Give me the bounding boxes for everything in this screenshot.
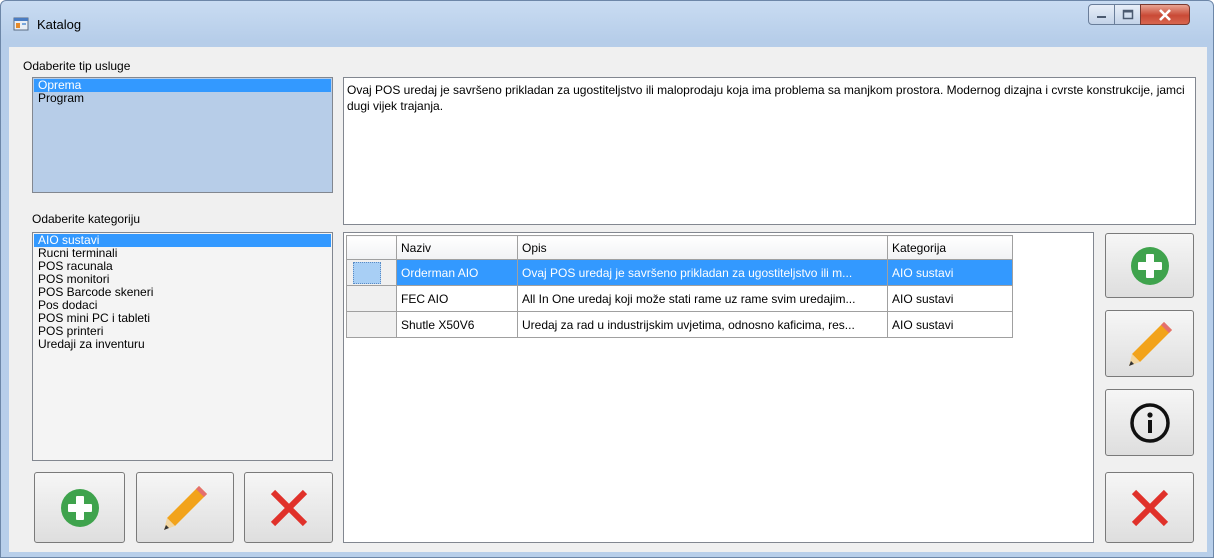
products-grid[interactable]: Naziv Opis Kategorija Orderman AIO Ovaj … — [343, 232, 1094, 543]
app-window-icon — [13, 17, 29, 31]
close-icon — [1159, 8, 1171, 21]
products-table: Naziv Opis Kategorija Orderman AIO Ovaj … — [346, 235, 1013, 338]
edit-pencil-icon — [1128, 321, 1172, 366]
katalog-window: Katalog Odaberite tip usluge Oprema Prog… — [0, 0, 1214, 558]
table-row[interactable]: Orderman AIO Ovaj POS uredaj je savršeno… — [346, 259, 1013, 286]
add-product-button[interactable] — [1105, 233, 1194, 298]
cell-kategorija[interactable]: AIO sustavi — [887, 285, 1013, 312]
column-header-kategorija[interactable]: Kategorija — [887, 235, 1013, 260]
column-header-opis[interactable]: Opis — [517, 235, 888, 260]
service-type-label: Odaberite tip usluge — [23, 59, 131, 73]
minimize-icon — [1096, 15, 1106, 18]
column-header-naziv[interactable]: Naziv — [396, 235, 518, 260]
description-textbox[interactable]: Ovaj POS uredaj je savršeno prikladan za… — [343, 77, 1196, 225]
list-item[interactable]: Program — [34, 92, 331, 105]
cell-naziv[interactable]: Shutle X50V6 — [396, 311, 518, 338]
maximize-icon — [1122, 9, 1133, 20]
info-product-button[interactable] — [1105, 389, 1194, 456]
row-header[interactable] — [346, 259, 397, 286]
table-row[interactable]: Shutle X50V6 Uredaj za rad u industrijsk… — [346, 311, 1013, 338]
add-icon — [1130, 246, 1169, 285]
client-area: Odaberite tip usluge Oprema Program Ovaj… — [9, 47, 1207, 552]
edit-pencil-icon — [164, 485, 207, 530]
close-button[interactable] — [1140, 4, 1190, 25]
category-label: Odaberite kategoriju — [32, 212, 141, 226]
grid-header-row: Naziv Opis Kategorija — [346, 235, 1013, 260]
row-header[interactable] — [346, 285, 397, 312]
row-header-corner — [346, 235, 397, 260]
table-row[interactable]: FEC AIO All In One uredaj koji može stat… — [346, 285, 1013, 312]
delete-x-icon — [1131, 489, 1168, 526]
delete-category-button[interactable] — [244, 472, 333, 543]
edit-category-button[interactable] — [136, 472, 234, 543]
list-item[interactable]: Uredaji za inventuru — [34, 338, 331, 351]
delete-product-button[interactable] — [1105, 472, 1194, 543]
add-icon — [60, 488, 99, 527]
row-header[interactable] — [346, 311, 397, 338]
cell-opis[interactable]: All In One uredaj koji može stati rame u… — [517, 285, 888, 312]
cell-naziv[interactable]: FEC AIO — [396, 285, 518, 312]
add-category-button[interactable] — [34, 472, 125, 543]
cell-opis[interactable]: Uredaj za rad u industrijskim uvjetima, … — [517, 311, 888, 338]
minimize-button[interactable] — [1088, 4, 1115, 25]
cell-naziv[interactable]: Orderman AIO — [396, 259, 518, 286]
cell-kategorija[interactable]: AIO sustavi — [887, 311, 1013, 338]
info-icon — [1129, 402, 1170, 443]
cell-opis[interactable]: Ovaj POS uredaj je savršeno prikladan za… — [517, 259, 888, 286]
title-bar[interactable]: Katalog — [1, 1, 1213, 47]
maximize-button[interactable] — [1114, 4, 1141, 25]
window-title: Katalog — [37, 17, 82, 32]
delete-x-icon — [270, 489, 307, 526]
edit-product-button[interactable] — [1105, 310, 1194, 377]
cell-kategorija[interactable]: AIO sustavi — [887, 259, 1013, 286]
row-selected-marker — [353, 261, 381, 284]
service-type-list[interactable]: Oprema Program — [32, 77, 333, 193]
category-list[interactable]: AIO sustavi Rucni terminali POS racunala… — [32, 232, 333, 461]
